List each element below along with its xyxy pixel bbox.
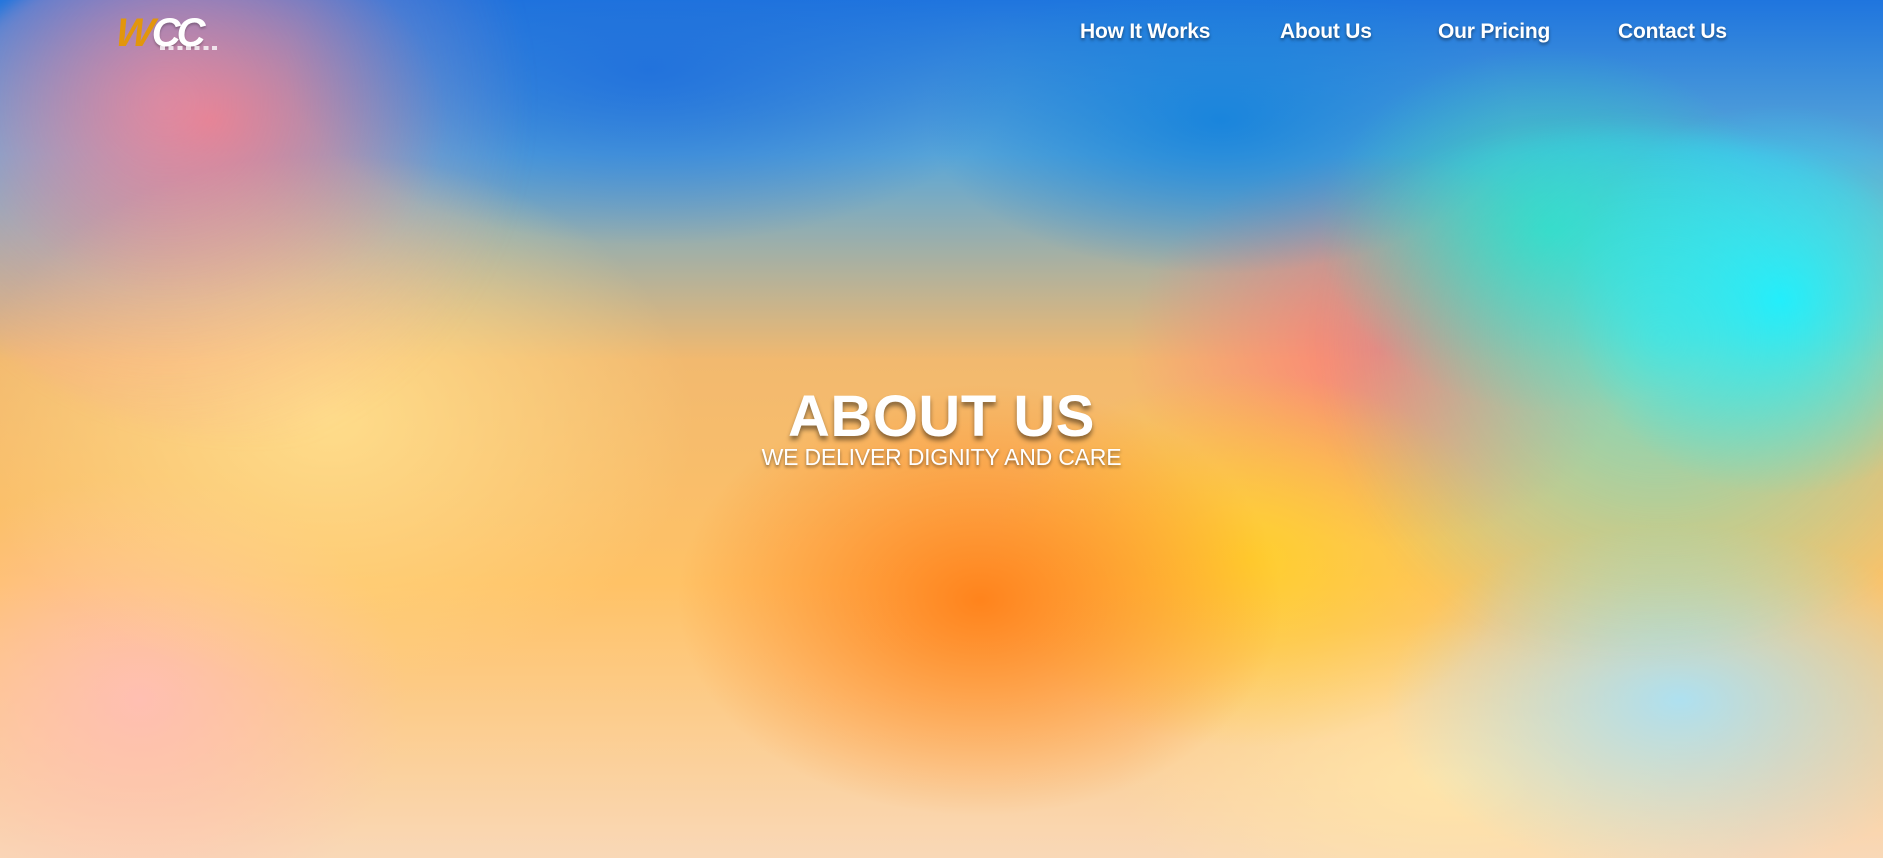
logo-w-letter: W (112, 11, 153, 55)
hero-section: ABOUT US WE DELIVER DIGNITY AND CARE (0, 387, 1883, 471)
nav-our-pricing[interactable]: Our Pricing (1438, 19, 1618, 45)
main-navigation: How It Works About Us Our Pricing Contac… (1080, 19, 1740, 45)
page-title: ABOUT US (788, 384, 1095, 449)
page-subtitle: WE DELIVER DIGNITY AND CARE (761, 444, 1122, 470)
wcc-logo-link[interactable]: WCC (112, 11, 228, 55)
nav-contact-us[interactable]: Contact Us (1618, 19, 1740, 45)
nav-how-it-works[interactable]: How It Works (1080, 19, 1280, 45)
logo-tagline-dots (160, 46, 222, 50)
nav-about-us[interactable]: About Us (1280, 19, 1438, 45)
site-header: WCC How It Works About Us Our Pricing Co… (0, 0, 1883, 64)
